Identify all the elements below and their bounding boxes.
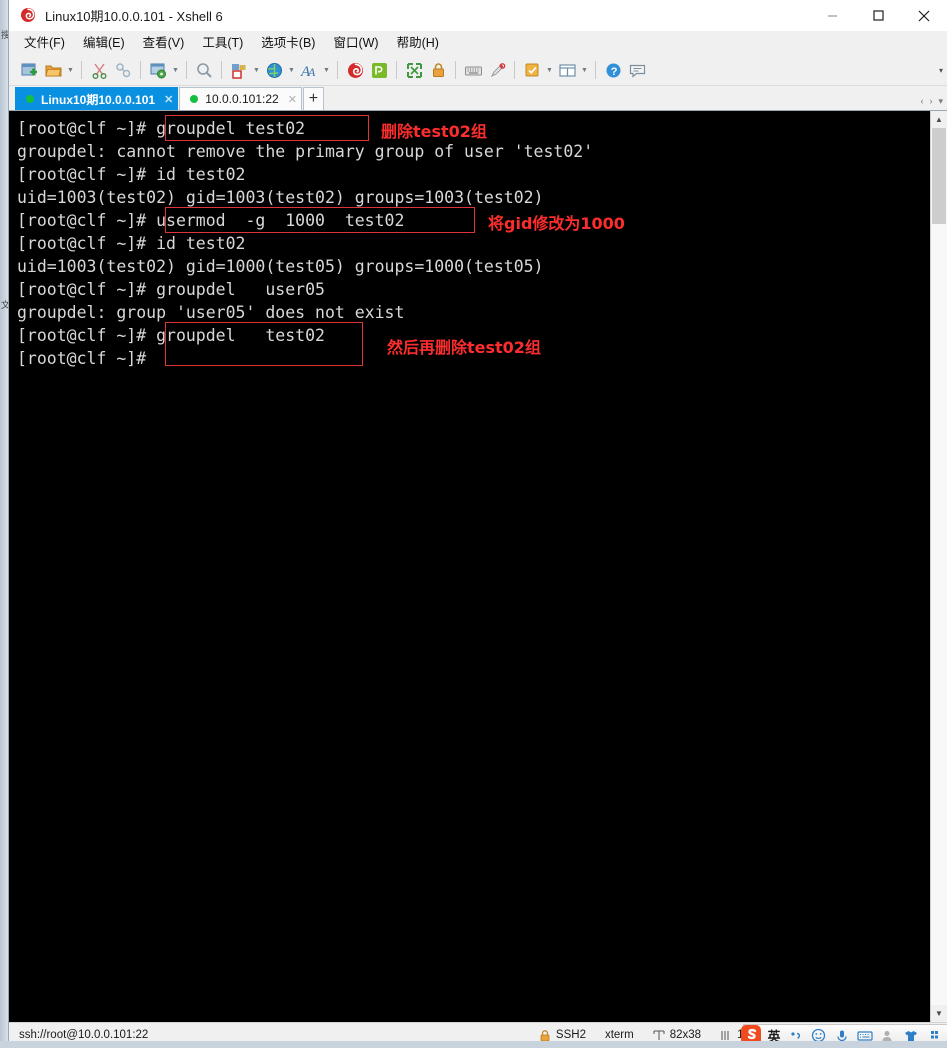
tab-status-dot-icon — [26, 95, 34, 103]
menu-help[interactable]: 帮助(H) — [388, 32, 448, 54]
xshell-app-icon — [20, 7, 36, 23]
scrollbar-thumb[interactable] — [932, 128, 946, 224]
scrollbar-track[interactable] — [931, 128, 947, 1005]
tab-linux10-10-0-0-101[interactable]: Linux10期10.0.0.101 ✕ — [15, 87, 178, 110]
menu-tools[interactable]: 工具(T) — [193, 32, 252, 54]
toolbar-separator — [140, 61, 141, 79]
menu-window[interactable]: 窗口(W) — [324, 32, 387, 54]
svg-text:?: ? — [610, 66, 617, 78]
toolbar-separator — [337, 61, 338, 79]
status-size: 82x38 — [670, 1029, 701, 1041]
scroll-up-icon[interactable]: ▲ — [931, 111, 947, 128]
svg-text:A: A — [307, 65, 316, 79]
tab-status-dot-icon — [190, 95, 198, 103]
status-protocol-cell: SSH2 — [539, 1029, 586, 1042]
toolbar-separator — [595, 61, 596, 79]
lock-icon — [539, 1029, 551, 1042]
open-folder-icon[interactable] — [41, 58, 65, 82]
tab-10-0-0-101-22[interactable]: 10.0.0.101:22 ✕ — [179, 87, 302, 110]
window-title: Linux10期10.0.0.101 - Xshell 6 — [45, 6, 223, 25]
menu-file[interactable]: 文件(F) — [15, 32, 74, 54]
menu-bar: 文件(F) 编辑(E) 查看(V) 工具(T) 选项卡(B) 窗口(W) 帮助(… — [9, 31, 947, 55]
terminal-area: [root@clf ~]# groupdel test02 groupdel: … — [9, 111, 947, 1022]
status-connection: ssh://root@10.0.0.101:22 — [19, 1029, 148, 1041]
tab-close-icon[interactable]: ✕ — [288, 93, 297, 106]
window-controls — [809, 0, 947, 31]
status-protocol: SSH2 — [556, 1029, 586, 1041]
fullscreen-icon[interactable] — [402, 58, 426, 82]
toolbar-separator — [396, 61, 397, 79]
annotation-change-gid-1000: 将gid修改为1000 — [488, 212, 625, 235]
keyboard-icon[interactable] — [461, 58, 485, 82]
close-button[interactable] — [901, 0, 947, 31]
annotation-then-delete-test02-group: 然后再删除test02组 — [387, 336, 541, 359]
desktop-background — [0, 1041, 947, 1047]
find-icon[interactable] — [192, 58, 216, 82]
terminal-line: uid=1003(test02) gid=1003(test02) groups… — [17, 186, 930, 209]
layout-icon[interactable] — [555, 58, 579, 82]
minimize-button[interactable] — [809, 0, 855, 31]
compose-icon[interactable] — [520, 58, 544, 82]
terminal-line: [root@clf ~]# usermod -g 1000 test02 — [17, 209, 930, 232]
new-tab-button[interactable]: + — [303, 87, 324, 110]
xftp-icon[interactable] — [367, 58, 391, 82]
chat-icon[interactable] — [625, 58, 649, 82]
terminal-output[interactable]: [root@clf ~]# groupdel test02 groupdel: … — [9, 111, 930, 1022]
caret-down-icon[interactable]: ▼ — [579, 58, 590, 82]
caret-down-icon[interactable]: ▼ — [251, 58, 262, 82]
tab-close-icon[interactable]: ✕ — [164, 93, 173, 106]
lock-icon[interactable] — [426, 58, 450, 82]
caret-down-icon[interactable]: ▼ — [286, 58, 297, 82]
caret-down-icon[interactable]: ▼ — [544, 58, 555, 82]
status-terminal-type: xterm — [605, 1029, 634, 1041]
xshell-window: Linux10期10.0.0.101 - Xshell 6 文件(F) 编辑(E… — [8, 0, 947, 1047]
tab-nav-prev-icon[interactable]: ‹ — [920, 96, 923, 107]
tab-nav-menu-icon[interactable]: ▾ — [938, 96, 943, 107]
toolbar-separator — [514, 61, 515, 79]
resize-icon — [653, 1029, 665, 1042]
menu-view[interactable]: 查看(V) — [134, 32, 194, 54]
terminal-line: [root@clf ~]# id test02 — [17, 232, 930, 255]
toolbar-separator — [186, 61, 187, 79]
tab-label: 10.0.0.101:22 — [205, 92, 278, 106]
toolbar-overflow-button[interactable]: ▾ — [939, 55, 943, 86]
terminal-line: uid=1003(test02) gid=1000(test05) groups… — [17, 255, 930, 278]
tab-label: Linux10期10.0.0.101 — [41, 91, 155, 108]
terminal-line: groupdel: group 'user05' does not exist — [17, 301, 930, 324]
title-bar: Linux10期10.0.0.101 - Xshell 6 — [9, 0, 947, 31]
transfer-file-icon[interactable] — [227, 58, 251, 82]
highlight-icon[interactable] — [485, 58, 509, 82]
help-icon[interactable]: ? — [601, 58, 625, 82]
menu-edit[interactable]: 编辑(E) — [74, 32, 134, 54]
caret-down-icon[interactable]: ▼ — [170, 58, 181, 82]
cut-icon[interactable] — [87, 58, 111, 82]
tab-nav-next-icon[interactable]: › — [929, 96, 932, 107]
toolbar-separator — [81, 61, 82, 79]
caret-down-icon[interactable]: ▼ — [321, 58, 332, 82]
maximize-button[interactable] — [855, 0, 901, 31]
terminal-scrollbar[interactable]: ▲ ▼ — [930, 111, 947, 1022]
terminal-line: [root@clf ~]# id test02 — [17, 163, 930, 186]
tab-bar: Linux10期10.0.0.101 ✕ 10.0.0.101:22 ✕ + ‹… — [9, 86, 947, 111]
new-session-icon[interactable] — [17, 58, 41, 82]
tab-nav-controls: ‹ › ▾ — [920, 96, 943, 107]
toolbar-separator — [455, 61, 456, 79]
status-size-cell: 82x38 — [653, 1029, 701, 1042]
menu-tab[interactable]: 选项卡(B) — [252, 32, 324, 54]
xshell-icon[interactable] — [343, 58, 367, 82]
caret-down-icon[interactable]: ▼ — [65, 58, 76, 82]
terminal-line: groupdel: cannot remove the primary grou… — [17, 140, 930, 163]
cursor-icon — [720, 1029, 732, 1042]
scroll-down-icon[interactable]: ▼ — [931, 1005, 947, 1022]
copy-icon[interactable] — [111, 58, 135, 82]
toolbar-separator — [221, 61, 222, 79]
terminal-line: [root@clf ~]# groupdel user05 — [17, 278, 930, 301]
session-properties-icon[interactable] — [146, 58, 170, 82]
annotation-delete-test02-group: 删除test02组 — [381, 120, 487, 143]
toolbar: ▼ ▼ — [9, 55, 947, 86]
globe-icon[interactable] — [262, 58, 286, 82]
font-icon[interactable]: A A — [297, 58, 321, 82]
